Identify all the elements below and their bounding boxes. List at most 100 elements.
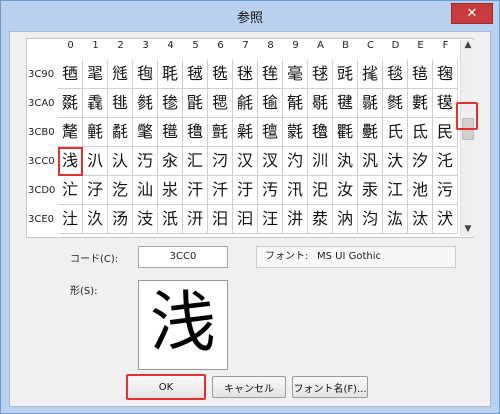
- font-name-button[interactable]: フォント名(F)...: [292, 376, 368, 398]
- character-cell[interactable]: 汍: [333, 147, 358, 176]
- character-cell[interactable]: 氇: [183, 118, 208, 147]
- character-cell[interactable]: 汗: [183, 176, 208, 205]
- character-cell[interactable]: 氎: [358, 118, 383, 147]
- character-cell[interactable]: 汔: [108, 176, 133, 205]
- character-cell[interactable]: 毣: [83, 60, 108, 89]
- character-cell[interactable]: 汥: [133, 205, 158, 234]
- character-cell[interactable]: 毧: [183, 60, 208, 89]
- character-cell[interactable]: 毮: [358, 60, 383, 89]
- character-cell[interactable]: 毩: [233, 60, 258, 89]
- character-cell[interactable]: 汉: [233, 147, 258, 176]
- character-cell[interactable]: 毼: [308, 89, 333, 118]
- character-cell[interactable]: 汝: [333, 176, 358, 205]
- character-cell[interactable]: 毸: [208, 89, 233, 118]
- character-cell[interactable]: 氄: [108, 118, 133, 147]
- character-cell[interactable]: 毫: [283, 60, 308, 89]
- character-cell[interactable]: 氅: [133, 118, 158, 147]
- character-cell[interactable]: 毯: [383, 60, 408, 89]
- character-cell[interactable]: 毴: [108, 89, 133, 118]
- character-cell[interactable]: 汬: [308, 205, 333, 234]
- character-cell[interactable]: 汏: [383, 147, 408, 176]
- ok-button[interactable]: OK: [126, 374, 206, 400]
- scroll-down-icon[interactable]: ▼: [461, 224, 475, 236]
- character-cell[interactable]: 汰: [408, 205, 433, 234]
- character-cell[interactable]: 汙: [233, 176, 258, 205]
- character-cell[interactable]: 汑: [433, 147, 458, 176]
- character-cell[interactable]: 毾: [358, 89, 383, 118]
- cancel-button[interactable]: キャンセル: [212, 376, 286, 398]
- character-cell[interactable]: 汌: [308, 147, 333, 176]
- character-cell[interactable]: 毱: [433, 60, 458, 89]
- character-cell[interactable]: 江: [383, 176, 408, 205]
- character-cell[interactable]: 汅: [133, 147, 158, 176]
- character-cell[interactable]: 浅: [58, 147, 83, 176]
- character-cell[interactable]: 汃: [83, 147, 108, 176]
- character-cell[interactable]: 汋: [283, 147, 308, 176]
- character-cell[interactable]: 汄: [108, 147, 133, 176]
- character-cell[interactable]: 毰: [408, 60, 433, 89]
- character-cell[interactable]: 氐: [408, 118, 433, 147]
- character-cell[interactable]: 汦: [158, 205, 183, 234]
- character-cell[interactable]: 汤: [108, 205, 133, 234]
- character-cell[interactable]: 毬: [308, 60, 333, 89]
- character-cell[interactable]: 毭: [333, 60, 358, 89]
- character-cell[interactable]: 毪: [258, 60, 283, 89]
- character-cell[interactable]: 毽: [333, 89, 358, 118]
- character-cell[interactable]: 汖: [158, 176, 183, 205]
- grid-scrollbar[interactable]: ▲ ▼: [460, 40, 474, 236]
- character-cell[interactable]: 氀: [408, 89, 433, 118]
- character-cell[interactable]: 汎: [358, 147, 383, 176]
- character-cell[interactable]: 氏: [383, 118, 408, 147]
- character-cell[interactable]: 汒: [58, 176, 83, 205]
- character-cell[interactable]: 汯: [383, 205, 408, 234]
- character-cell[interactable]: 汫: [283, 205, 308, 234]
- character-cell[interactable]: 毲: [58, 89, 83, 118]
- character-cell[interactable]: 汚: [258, 176, 283, 205]
- character-cell[interactable]: 汈: [208, 147, 233, 176]
- character-cell[interactable]: 汘: [208, 176, 233, 205]
- character-cell[interactable]: 汮: [358, 205, 383, 234]
- scroll-up-icon[interactable]: ▲: [461, 40, 475, 52]
- character-cell[interactable]: 汞: [358, 176, 383, 205]
- code-field[interactable]: 3CC0: [138, 246, 228, 268]
- character-cell[interactable]: 污: [433, 176, 458, 205]
- character-cell[interactable]: 汨: [208, 205, 233, 234]
- character-cell[interactable]: 氉: [233, 118, 258, 147]
- character-cell[interactable]: 氍: [333, 118, 358, 147]
- character-cell[interactable]: 汕: [133, 176, 158, 205]
- character-cell[interactable]: 汐: [408, 147, 433, 176]
- character-cell[interactable]: 汛: [283, 176, 308, 205]
- character-cell[interactable]: 氂: [58, 118, 83, 147]
- character-cell[interactable]: 毹: [233, 89, 258, 118]
- character-cell[interactable]: 氃: [83, 118, 108, 147]
- character-cell[interactable]: 毻: [283, 89, 308, 118]
- character-cell[interactable]: 毤: [108, 60, 133, 89]
- character-cell[interactable]: 毢: [58, 60, 83, 89]
- character-cell[interactable]: 汇: [183, 147, 208, 176]
- character-cell[interactable]: 汜: [308, 176, 333, 205]
- character-cell[interactable]: 毷: [183, 89, 208, 118]
- character-cell[interactable]: 氈: [208, 118, 233, 147]
- character-cell[interactable]: 毵: [133, 89, 158, 118]
- character-cell[interactable]: 汪: [258, 205, 283, 234]
- character-cell[interactable]: 民: [433, 118, 458, 147]
- character-cell[interactable]: 毺: [258, 89, 283, 118]
- character-cell[interactable]: 汆: [158, 147, 183, 176]
- character-cell[interactable]: 毿: [383, 89, 408, 118]
- character-cell[interactable]: 毨: [208, 60, 233, 89]
- character-cell[interactable]: 氁: [433, 89, 458, 118]
- character-cell[interactable]: 汢: [58, 205, 83, 234]
- character-cell[interactable]: 汓: [83, 176, 108, 205]
- close-button[interactable]: ✕: [451, 3, 493, 24]
- character-cell[interactable]: 汱: [433, 205, 458, 234]
- character-cell[interactable]: 毥: [133, 60, 158, 89]
- character-cell[interactable]: 汊: [258, 147, 283, 176]
- character-cell[interactable]: 池: [408, 176, 433, 205]
- character-cell[interactable]: 汭: [333, 205, 358, 234]
- character-grid[interactable]: 毢毣毤毥毦毧毨毩毪毫毬毭毮毯毰毱毲毳毴毵毶毷毸毹毺毻毼毽毾毿氀氁氂氃氄氅氆氇氈氉…: [58, 60, 458, 234]
- character-cell[interactable]: 汩: [233, 205, 258, 234]
- character-cell[interactable]: 毳: [83, 89, 108, 118]
- character-cell[interactable]: 氆: [158, 118, 183, 147]
- character-cell[interactable]: 汣: [83, 205, 108, 234]
- character-cell[interactable]: 汧: [183, 205, 208, 234]
